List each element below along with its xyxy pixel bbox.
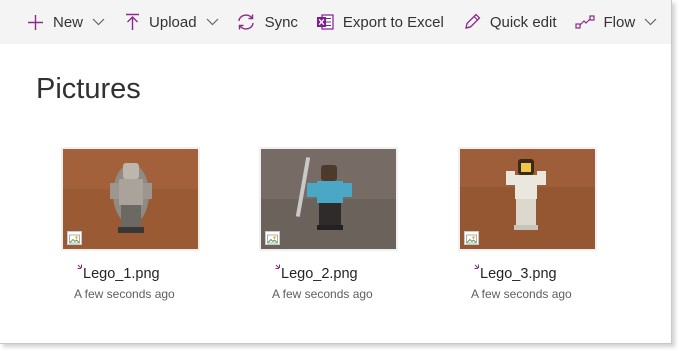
- image-file-icon: [464, 231, 479, 245]
- page-title: Pictures: [36, 73, 141, 105]
- upload-button[interactable]: Upload: [125, 0, 219, 44]
- thumbnail[interactable]: [61, 147, 200, 251]
- lego-figure-photo: [261, 149, 396, 249]
- new-item-icon: [275, 261, 284, 277]
- new-item-icon: [474, 261, 483, 277]
- pencil-icon: [463, 13, 481, 31]
- file-name-link[interactable]: Lego_2.png: [275, 264, 358, 282]
- file-name-link[interactable]: Lego_1.png: [77, 264, 160, 282]
- excel-icon: [316, 13, 334, 31]
- sync-label: Sync: [264, 13, 298, 31]
- export-to-excel-label: Export to Excel: [342, 13, 444, 31]
- file-tile[interactable]: Lego_3.png A few seconds ago: [458, 147, 597, 301]
- upload-arrow-icon: [125, 13, 140, 31]
- chevron-down-icon: [644, 18, 657, 26]
- chevron-down-icon: [206, 18, 219, 26]
- flow-icon: [574, 14, 595, 30]
- command-bar: New Upload Sync Export to Excel Quick ed…: [0, 0, 671, 44]
- thumbnail[interactable]: [458, 147, 597, 251]
- quick-edit-button[interactable]: Quick edit: [463, 0, 557, 44]
- image-file-icon: [265, 231, 280, 245]
- file-name-link[interactable]: Lego_3.png: [474, 264, 557, 282]
- chevron-down-icon: [92, 18, 105, 26]
- upload-label: Upload: [149, 13, 197, 31]
- file-tile[interactable]: Lego_1.png A few seconds ago: [61, 147, 200, 301]
- flow-button[interactable]: Flow: [574, 0, 658, 44]
- image-file-icon: [67, 231, 82, 245]
- file-name: Lego_1.png: [83, 266, 160, 282]
- plus-icon: [27, 14, 44, 31]
- modified-date: A few seconds ago: [471, 287, 572, 301]
- sync-button[interactable]: Sync: [236, 0, 298, 44]
- document-library-window: New Upload Sync Export to Excel Quick ed…: [0, 0, 672, 344]
- thumbnail[interactable]: [259, 147, 398, 251]
- sync-icon: [236, 13, 256, 31]
- modified-date: A few seconds ago: [272, 287, 373, 301]
- flow-label: Flow: [603, 13, 636, 31]
- lego-figure-photo: [460, 149, 595, 249]
- modified-date: A few seconds ago: [74, 287, 175, 301]
- file-tile[interactable]: Lego_2.png A few seconds ago: [259, 147, 398, 301]
- export-to-excel-button[interactable]: Export to Excel: [316, 0, 444, 44]
- lego-figure-photo: [63, 149, 198, 249]
- file-name: Lego_3.png: [480, 266, 557, 282]
- new-item-icon: [77, 261, 86, 277]
- new-button[interactable]: New: [27, 0, 105, 44]
- quick-edit-label: Quick edit: [489, 13, 557, 31]
- new-label: New: [53, 13, 84, 31]
- file-name: Lego_2.png: [281, 266, 358, 282]
